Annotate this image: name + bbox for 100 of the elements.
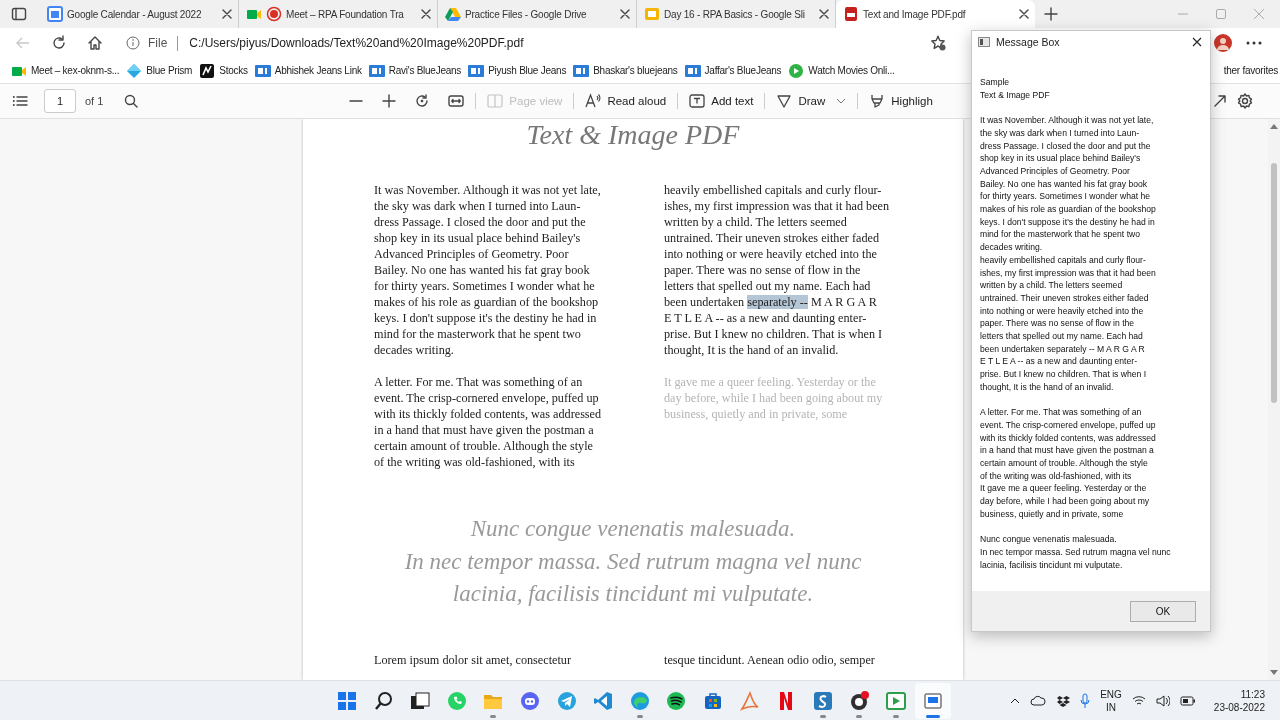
region-text: IN <box>1106 700 1116 714</box>
address-field[interactable]: File C:/Users/piyus/Downloads/Text%20and%20Image%20PDF.pdf <box>119 30 954 56</box>
info-icon <box>126 36 140 50</box>
record-icon <box>266 6 282 22</box>
page-number-field[interactable]: 1 <box>44 89 76 113</box>
search-icon <box>373 690 394 711</box>
read-aloud-icon <box>585 93 602 109</box>
paragraph: It gave me a queer feeling. Yesterday or the day before, while I had been going about my business, quietly and in private, some <box>664 374 884 422</box>
toolbar-button[interactable]: Highligh <box>869 93 933 109</box>
refresh-icon[interactable] <box>51 35 67 51</box>
app-window-icon <box>978 37 990 47</box>
add-favorite-icon[interactable] <box>930 35 946 51</box>
window-title: Message Box <box>996 36 1060 48</box>
contents-list-icon[interactable] <box>12 93 28 109</box>
chevron-up-icon[interactable] <box>1010 697 1021 704</box>
clock[interactable]: 11:23 23-08-2022 <box>1213 687 1265 714</box>
other-favorites-link[interactable]: ther favorites <box>1223 65 1278 76</box>
message-text: It was November. Although it was not yet late, the sky was dark when I turned into Laun- dress Passage. I closed the door and put the shop key in its usual place behind Bailey's Advanced Principles of Geometry. Poor Bailey. No one has wanted his fat gray book for thirty years. Sometimes I wonder what he makes of his role as guardian of the bookshop keys. I don't suppose it's the destiny he had in mind for the masterwork that he spent two decades writing. heavily embellished capitals and curly flour- ishes, my first impression was that it had been written by a child. The letters seemed untrained. Their uneven strokes either faded into nothing or were heavily etched into the paper. There was no sense of flow in the letters that spelled out my name. Each had been undertaken separately -- M A R G A R E T L E A -- as a new and daunting enter- prise. But I knew no children. That is when I thought, It is the hand of an invalid. <box>980 114 1157 394</box>
sound-waves-icon <box>666 690 687 711</box>
video-tile-icon <box>684 62 701 79</box>
scroll-thumb[interactable] <box>1271 163 1277 403</box>
video-tile-icon <box>573 62 590 79</box>
scrollbar[interactable] <box>1268 119 1280 680</box>
message-text: A letter. For me. That was something of an event. The crisp-cornered envelope, puffed up with its thickly folded contents, was addressed in a hand that must have given the postman a certain amount of trouble. Although the style of the writing was old-fashioned, with its It gave me a queer feeling. Yesterday or the day before, while I had been going about my business, quietly and in private, some <box>980 406 1157 521</box>
fit-width-icon[interactable] <box>448 94 465 108</box>
time-text: 11:23 <box>1240 687 1265 701</box>
text-box-icon <box>689 93 706 109</box>
message-text: Sample Text & Image PDF <box>980 76 1051 102</box>
code-editor-icon <box>593 690 614 711</box>
start-icon <box>337 690 357 711</box>
volume-icon[interactable] <box>1155 694 1170 707</box>
scheme-label: File <box>148 36 168 50</box>
search-icon[interactable] <box>124 94 139 108</box>
page-count: of 1 <box>85 95 104 107</box>
calendar-icon <box>47 6 63 22</box>
cloud-icon[interactable] <box>1030 695 1047 706</box>
favorite-link[interactable]: Stocks <box>199 62 248 79</box>
more-icon[interactable] <box>1246 41 1262 45</box>
quote-line: In nec tempor massa. Sed rutrum magna vel nunc <box>404 547 862 576</box>
language-text: ENG <box>1100 687 1122 701</box>
ok-button[interactable]: OK <box>1130 600 1196 622</box>
new-tab-icon[interactable] <box>1044 7 1058 21</box>
favorite-link[interactable]: Watch Movies Onli... <box>788 62 895 79</box>
favorite-link[interactable]: Meet – kex-oknm-s... <box>11 62 120 79</box>
tab-actions-icon[interactable] <box>11 6 27 22</box>
slides-icon <box>644 6 660 22</box>
close-icon[interactable] <box>221 8 233 20</box>
toolbar-button[interactable]: Add text <box>689 93 754 109</box>
favorite-link[interactable]: Bhaskar's bluejeans <box>573 62 678 79</box>
close-icon[interactable] <box>420 8 432 20</box>
rotate-icon[interactable] <box>415 94 430 108</box>
highlighter-icon <box>869 93 886 109</box>
microphone-icon[interactable] <box>1080 692 1091 709</box>
play-icon <box>885 690 906 711</box>
paragraph: tesque tincidunt. Aenean odio odio, semper <box>664 651 876 668</box>
paragraph: Lorem ipsum dolor sit amet, consectetur <box>374 651 572 668</box>
quote-line: Nunc congue venenatis malesuada. <box>470 515 796 543</box>
date-text: 23-08-2022 <box>1213 700 1265 714</box>
pdf-file-icon <box>843 6 859 22</box>
paragraph: It was November. Although it was not yet late, the sky was dark when I turned into Laun- dress Passage. I closed the door and put the shop key in its usual place behind Bailey's Advanced Principles of Geometry. Poor Bailey. No one has wanted his fat gray book for thirty years. Sometimes I wonder what he makes of his role as guardian of the bookshop keys. I don't suppose it's the destiny he had in mind for the masterwork that he spent two decades writing. <box>374 182 602 358</box>
toolbar-button[interactable]: Read aloud <box>585 93 667 109</box>
zoom-in-icon[interactable] <box>382 94 397 108</box>
document-title: Text & Image PDF <box>525 119 741 151</box>
home-icon[interactable] <box>87 35 103 51</box>
curve-icon <box>739 690 760 711</box>
play-circle-icon <box>788 62 805 79</box>
wifi-icon[interactable] <box>1131 695 1146 706</box>
chart-tile-icon <box>199 62 216 79</box>
favorite-link[interactable]: Blue Prism <box>126 62 193 79</box>
app-tile-icon <box>812 690 833 711</box>
settings-icon[interactable] <box>1237 93 1253 109</box>
message-text: Nunc congue venenatis malesuada. In nec tempor massa. Sed rutrum magna vel nunc lacinia, facilisis tincidunt mi vulputate. <box>980 533 1172 572</box>
video-tile-icon <box>368 62 385 79</box>
shopping-bag-icon <box>702 690 723 711</box>
close-icon[interactable] <box>1018 8 1030 20</box>
language-indicator[interactable]: ENG IN <box>1100 687 1122 714</box>
page-view-icon <box>487 93 504 109</box>
toolbar-button[interactable]: Draw <box>776 93 847 109</box>
close-icon[interactable] <box>1192 37 1202 47</box>
task-view-icon <box>410 690 431 711</box>
avatar-icon[interactable] <box>1214 34 1232 52</box>
favorite-link[interactable]: Ravi's BlueJeans <box>368 62 462 79</box>
battery-icon[interactable] <box>1179 694 1196 707</box>
close-icon[interactable] <box>619 8 631 20</box>
paper-plane-icon <box>556 690 577 711</box>
arrow-icon[interactable] <box>1213 94 1227 108</box>
caret-icon <box>836 98 847 104</box>
close-icon[interactable] <box>818 8 830 20</box>
favorite-link[interactable]: Jaffar's BlueJeans <box>684 62 782 79</box>
paragraph: A letter. For me. That was something of an event. The crisp-cornered envelope, puffed up with its thickly folded contents, was addressed in a hand that must have given the postman a certain amount of trouble. Although the style of the writing was old-fashioned, with its <box>374 374 603 470</box>
video-tile-icon <box>254 62 271 79</box>
browser-icon <box>629 690 650 711</box>
diamond-icon <box>126 62 143 79</box>
box-icon[interactable] <box>1056 694 1071 707</box>
favorite-link[interactable]: Piyush Blue Jeans <box>468 62 567 79</box>
record-app-icon <box>849 690 870 711</box>
browser-tab[interactable]: Text and Image PDF.pdf <box>836 0 1035 28</box>
favorite-link[interactable]: Abhishek Jeans Link <box>254 62 362 79</box>
paragraph: heavily embellished capitals and curly flour- ishes, my first impression was that it had been written by a child. The letters seemed untrained. Their uneven strokes either faded into nothing or were heavily etched into the paper. There was no sense of flow in the letters that spelled out my name. Each had been undertaken separately -- M A R G A R E T L E A -- as a new and daunting enter- prise. But I knew no children. That is when I thought, It is the hand of an invalid. <box>664 182 891 358</box>
scroll-up-icon <box>1270 123 1278 129</box>
